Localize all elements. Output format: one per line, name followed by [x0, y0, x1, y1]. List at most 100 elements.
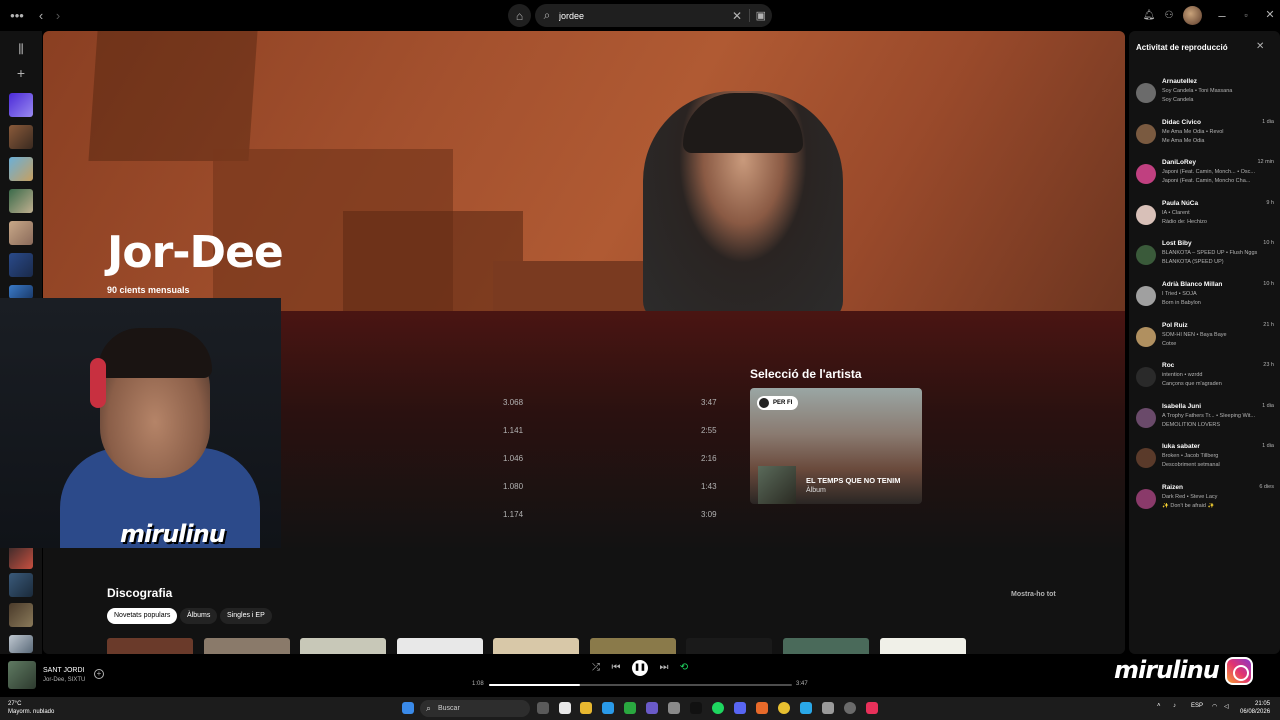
friend-name[interactable]: Raizen — [1162, 484, 1183, 491]
track-row[interactable]: 1.174 3:09 — [493, 510, 733, 530]
previous-icon[interactable]: ⏮︎ — [609, 662, 623, 673]
friend-context[interactable]: Cançons que m'agraden — [1162, 381, 1274, 387]
next-icon[interactable]: ⏭︎ — [657, 662, 671, 673]
show-all-link[interactable]: Mostra-ho tot — [1011, 591, 1056, 598]
friend-track[interactable]: A Trophy Fathers Tr... • Sleeping Wit... — [1162, 413, 1274, 419]
track-row[interactable]: 1.141 2:55 — [493, 426, 733, 446]
library-item[interactable] — [9, 603, 33, 627]
volume-icon[interactable]: ◁ — [1224, 703, 1229, 710]
browse-icon[interactable]: ▣ — [748, 9, 766, 22]
friend-activity-icon[interactable]: ⚇ — [1159, 0, 1179, 31]
friend-track[interactable]: Me Ama Me Odia • Revol — [1162, 129, 1274, 135]
library-item[interactable] — [9, 285, 33, 299]
friend-context[interactable]: Descobriment setmanal — [1162, 462, 1274, 468]
friend-avatar[interactable] — [1136, 286, 1156, 306]
friend-activity-item[interactable]: Roc 23 h intention • wzrdd Cançons que m'ag… — [1136, 362, 1276, 398]
friend-activity-item[interactable]: Raizen 6 dies Dark Red • Steve Lacy ✨ Don't… — [1136, 484, 1276, 520]
clear-search-icon[interactable]: ✕ — [732, 9, 742, 23]
tiktok-icon[interactable] — [690, 702, 702, 714]
friend-context[interactable]: Cotxe — [1162, 341, 1274, 347]
chip-singles-ep[interactable]: Singles i EP — [220, 608, 272, 624]
friend-name[interactable]: Paula NúCa — [1162, 200, 1198, 207]
minimize-icon[interactable]: – — [1212, 0, 1232, 31]
library-icon[interactable]: ⫼ — [12, 42, 30, 57]
friend-track[interactable]: Dark Red • Steve Lacy — [1162, 494, 1274, 500]
friend-context[interactable]: ✨ Don't be afraid ✨ — [1162, 503, 1274, 509]
friend-context[interactable]: Japoni (Feat. Camin, Moncho Cha... — [1162, 178, 1274, 184]
close-window-icon[interactable]: ✕ — [1260, 0, 1280, 31]
app-icon[interactable] — [822, 702, 834, 714]
pause-button[interactable]: ❚❚ — [632, 660, 648, 676]
chip-popular-releases[interactable]: Novetats populars — [107, 608, 178, 624]
friend-name[interactable]: Lost Biby — [1162, 240, 1192, 247]
settings-icon[interactable] — [844, 702, 856, 714]
clock[interactable]: 21:05 06/08/2026 — [1240, 700, 1270, 716]
notepad-icon[interactable] — [800, 702, 812, 714]
friend-track[interactable]: SOM-HI NEN • Baya Baye — [1162, 332, 1274, 338]
friend-context[interactable]: Me Ama Me Odia — [1162, 138, 1274, 144]
discography-cover[interactable] — [686, 638, 772, 654]
library-item[interactable] — [9, 125, 33, 149]
discography-cover[interactable] — [300, 638, 386, 654]
start-icon[interactable] — [402, 702, 414, 714]
friend-activity-item[interactable]: DaniLoRey 12 min Japoni (Feat. Camin, Monc… — [1136, 159, 1276, 195]
track-row[interactable]: 1.080 1:43 — [493, 482, 733, 502]
friend-avatar[interactable] — [1136, 367, 1156, 388]
file-icon[interactable] — [559, 702, 571, 714]
friend-avatar[interactable] — [1136, 448, 1156, 469]
artist-pick-card[interactable]: PER FI EL TEMPS QUE NO TENIM Àlbum — [750, 388, 922, 504]
friend-name[interactable]: DaniLoRey — [1162, 159, 1196, 166]
more-options-icon[interactable]: ••• — [7, 0, 27, 31]
friend-name[interactable]: Adrià Blanco Millan — [1162, 281, 1222, 288]
playback-progress[interactable] — [489, 684, 792, 686]
friend-track[interactable]: intention • wzrdd — [1162, 372, 1274, 378]
friend-avatar[interactable] — [1136, 407, 1156, 428]
teams-icon[interactable] — [646, 702, 658, 714]
now-playing-title[interactable]: SANT JORDI — [43, 667, 85, 674]
discography-cover[interactable] — [107, 638, 193, 654]
user-avatar[interactable] — [1183, 6, 1202, 25]
search-input[interactable] — [559, 10, 709, 21]
home-button[interactable]: ⌂ — [508, 4, 531, 27]
library-item[interactable] — [9, 545, 33, 569]
friend-avatar[interactable] — [1136, 245, 1156, 266]
language-indicator[interactable]: ESP — [1191, 703, 1203, 709]
repeat-icon[interactable]: ⟲ — [677, 662, 691, 673]
chrome-icon[interactable] — [778, 702, 790, 714]
add-to-library-icon[interactable]: + — [94, 669, 104, 679]
library-item[interactable] — [9, 573, 33, 597]
library-item[interactable] — [9, 221, 33, 245]
forward-arrow-icon[interactable]: › — [48, 0, 68, 31]
taskbar-search[interactable]: Buscar — [420, 700, 530, 717]
track-row[interactable]: 1.046 2:16 — [493, 454, 733, 474]
friend-name[interactable]: Roc — [1162, 362, 1174, 369]
library-item[interactable] — [9, 157, 33, 181]
friend-activity-item[interactable]: Arnautellez Soy Candela • Toni Massana Soy… — [1136, 78, 1276, 114]
discography-cover[interactable] — [880, 638, 966, 654]
friend-avatar[interactable] — [1136, 164, 1156, 185]
close-panel-icon[interactable]: ✕ — [1256, 41, 1264, 52]
search-bar[interactable]: ⌕ ✕ ▣ — [535, 4, 772, 27]
weather-widget[interactable]: 27°C Mayorm. nublado — [8, 700, 54, 716]
friend-name[interactable]: Isabella Juni — [1162, 403, 1201, 410]
friend-avatar[interactable] — [1136, 326, 1156, 347]
friend-track[interactable]: Broken • Jacob Tillberg — [1162, 453, 1274, 459]
friend-name[interactable]: Didac Civico — [1162, 119, 1201, 126]
friend-avatar[interactable] — [1136, 489, 1156, 509]
friend-avatar[interactable] — [1136, 204, 1156, 225]
track-row[interactable]: 3.068 3:47 — [493, 398, 733, 418]
discography-cover[interactable] — [783, 638, 869, 654]
discography-cover[interactable] — [590, 638, 676, 654]
friend-activity-item[interactable]: Adrià Blanco Millan 10 h I Tried • SOJA Bor… — [1136, 281, 1276, 317]
friend-activity-item[interactable]: Paula NúCa 9 h IA • Clarent Ràdio de: Hechi… — [1136, 200, 1276, 236]
notifications-icon[interactable]: 🔔︎ — [1139, 0, 1159, 31]
xbox-icon[interactable] — [624, 702, 636, 714]
discography-cover[interactable] — [204, 638, 290, 654]
task-view-icon[interactable] — [537, 702, 549, 714]
friend-name[interactable]: Arnautellez — [1162, 78, 1197, 85]
friend-avatar[interactable] — [1136, 83, 1156, 103]
maximize-icon[interactable]: ▫ — [1236, 0, 1256, 31]
friend-activity-item[interactable]: luka sabater 1 dia Broken • Jacob Tillberg… — [1136, 443, 1276, 479]
friend-name[interactable]: luka sabater — [1162, 443, 1200, 450]
friend-context[interactable]: Born in Babylon — [1162, 300, 1274, 306]
